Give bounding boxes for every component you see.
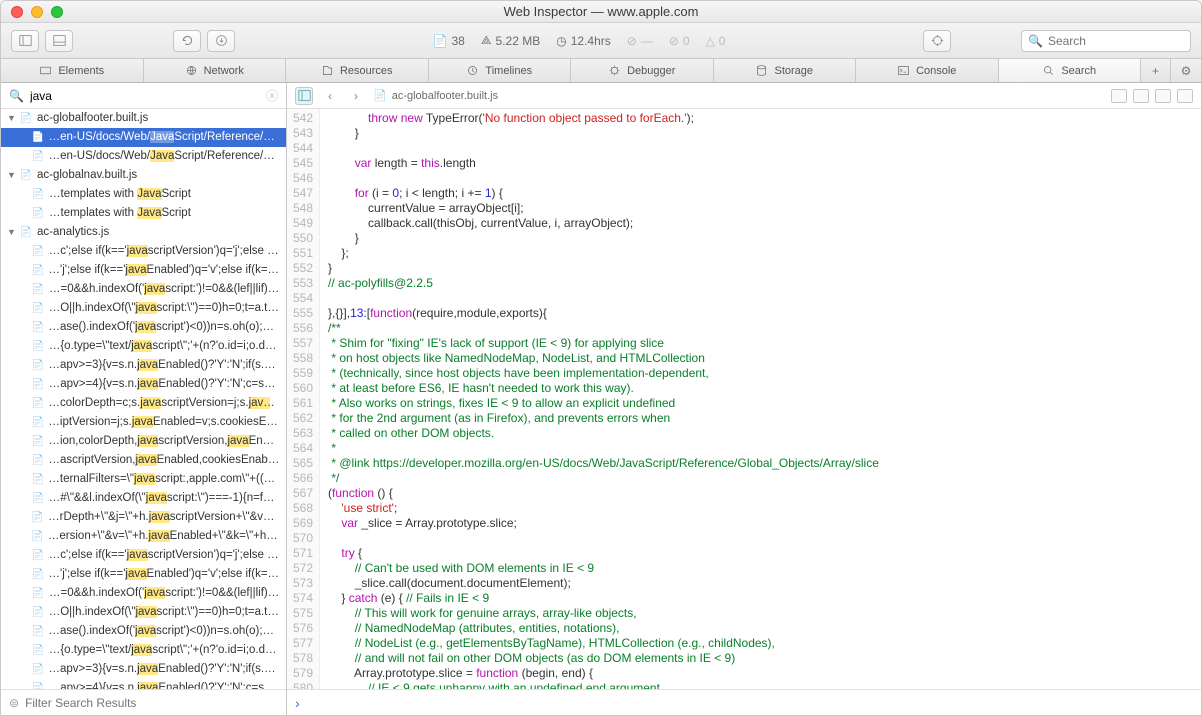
reload-button[interactable] xyxy=(173,30,201,52)
errors-count: 0 xyxy=(683,34,690,48)
inspect-element-button[interactable] xyxy=(923,30,951,52)
tab-search[interactable]: Search xyxy=(999,59,1142,82)
code-content[interactable]: throw new TypeError('No function object … xyxy=(320,109,887,689)
source-path[interactable]: 📄 ac-globalfooter.built.js xyxy=(373,89,498,102)
search-result-item[interactable]: 📄…{o.type=\"text/javascript\";'+(n?'o.id… xyxy=(1,641,286,660)
tab-debugger[interactable]: Debugger xyxy=(571,59,714,82)
sidebar-search-input[interactable] xyxy=(30,89,266,103)
sidebar-filter[interactable]: ⊜ xyxy=(1,689,286,715)
zoom-window-button[interactable] xyxy=(51,6,63,18)
sidebar-bottom-toggle[interactable] xyxy=(45,30,73,52)
search-icon: 🔍 xyxy=(9,89,24,103)
nav-back-button[interactable]: ‹ xyxy=(321,87,339,105)
new-tab-button[interactable]: + xyxy=(1141,59,1171,82)
tab-network[interactable]: Network xyxy=(144,59,287,82)
search-result-item[interactable]: 📄…=0&&h.indexOf('javascript:')!=0&&(lef|… xyxy=(1,280,286,299)
code-editor[interactable]: 5425435445455465475485495505515525535545… xyxy=(287,109,1201,689)
download-button[interactable] xyxy=(207,30,235,52)
search-result-item[interactable]: 📄…apv>=3){v=s.n.javaEnabled()?'Y':'N';if… xyxy=(1,660,286,679)
search-result-item[interactable]: 📄…iptVersion=j;s.javaEnabled=v;s.cookies… xyxy=(1,413,286,432)
clock-icon: ◷ xyxy=(556,34,566,48)
search-result-item[interactable]: 📄…templates with JavaScript xyxy=(1,204,286,223)
line-gutter: 5425435445455465475485495505515525535545… xyxy=(287,109,320,689)
clear-icon[interactable]: ⓧ xyxy=(266,87,278,104)
search-results-tree[interactable]: ▼📄ac-globalfooter.built.js📄…en-US/docs/W… xyxy=(1,109,286,689)
tree-group[interactable]: ▼📄ac-globalnav.built.js xyxy=(1,166,286,185)
elapsed-time: 12.4hrs xyxy=(571,34,611,48)
global-search[interactable]: 🔍 xyxy=(1021,30,1191,52)
window: Web Inspector — www.apple.com 📄38 ⟁5.22 … xyxy=(0,0,1202,716)
search-result-item[interactable]: 📄…apv>=3){v=s.n.javaEnabled()?'Y':'N';if… xyxy=(1,356,286,375)
toolbar: 📄38 ⟁5.22 MB ◷12.4hrs ⊘— ⊘0 △0 🔍 xyxy=(1,23,1201,59)
nav-forward-button[interactable]: › xyxy=(347,87,365,105)
tree-group[interactable]: ▼📄ac-analytics.js xyxy=(1,223,286,242)
traffic-lights xyxy=(11,6,63,18)
js-file-icon: 📄 xyxy=(373,89,387,102)
search-result-item[interactable]: 📄…ascriptVersion,javaEnabled,cookiesEnab… xyxy=(1,451,286,470)
search-result-item[interactable]: 📄…#\"&&l.indexOf(\"javascript:\")===-1){… xyxy=(1,489,286,508)
search-result-item[interactable]: 📄…en-US/docs/Web/JavaScript/Reference/Gl… xyxy=(1,147,286,166)
global-search-input[interactable] xyxy=(1048,34,1184,48)
tab-bar: ElementsNetworkResourcesTimelinesDebugge… xyxy=(1,59,1201,83)
resources-count: 38 xyxy=(451,34,464,48)
main-panel: ‹ › 📄 ac-globalfooter.built.js 542543544… xyxy=(287,83,1201,715)
sidebar: 🔍 ⓧ ▼📄ac-globalfooter.built.js📄…en-US/do… xyxy=(1,83,287,715)
search-result-item[interactable]: 📄…templates with JavaScript xyxy=(1,185,286,204)
weight-icon: ⟁ xyxy=(481,33,492,48)
search-result-item[interactable]: 📄…c';else if(k=='javascriptVersion')q='j… xyxy=(1,242,286,261)
sidebar-filter-input[interactable] xyxy=(25,696,278,710)
search-result-item[interactable]: 📄…=0&&h.indexOf('javascript:')!=0&&(lef|… xyxy=(1,584,286,603)
hierarchy-button[interactable] xyxy=(295,87,313,105)
tab-storage[interactable]: Storage xyxy=(714,59,857,82)
search-icon: 🔍 xyxy=(1028,34,1043,48)
search-result-item[interactable]: 📄…c';else if(k=='javascriptVersion')q='j… xyxy=(1,546,286,565)
search-result-item[interactable]: 📄…apv>=4){v=s.n.javaEnabled()?'Y':'N';c=… xyxy=(1,679,286,689)
search-result-item[interactable]: 📄…'j';else if(k=='javaEnabled')q='v';els… xyxy=(1,565,286,584)
search-result-item[interactable]: 📄…ternalFilters=\"javascript:,apple.com\… xyxy=(1,470,286,489)
code-coverage-button[interactable] xyxy=(1155,89,1171,103)
dashboard-info: 📄38 ⟁5.22 MB ◷12.4hrs ⊘— ⊘0 △0 xyxy=(245,33,913,48)
search-result-item[interactable]: 📄…apv>=4){v=s.n.javaEnabled()?'Y':'N';c=… xyxy=(1,375,286,394)
search-result-item[interactable]: 📄…ase().indexOf('javascript')<0))n=s.oh(… xyxy=(1,318,286,337)
tab-resources[interactable]: Resources xyxy=(286,59,429,82)
pretty-print-button[interactable] xyxy=(1111,89,1127,103)
resources-icon: 📄 xyxy=(433,34,448,48)
chevron-right-icon: › xyxy=(295,695,300,711)
search-result-item[interactable]: 📄…colorDepth=c;s.javascriptVersion=j;s.j… xyxy=(1,394,286,413)
search-result-item[interactable]: 📄…rDepth+\"&j=\"+h.javascriptVersion+\"&… xyxy=(1,508,286,527)
source-header: ‹ › 📄 ac-globalfooter.built.js xyxy=(287,83,1201,109)
sidebar-left-toggle[interactable] xyxy=(11,30,39,52)
search-result-item[interactable]: 📄…O||h.indexOf(\"javascript:\")==0)h=0;t… xyxy=(1,603,286,622)
search-result-item[interactable]: 📄…'j';else if(k=='javaEnabled')q='v';els… xyxy=(1,261,286,280)
type-profiler-button[interactable] xyxy=(1133,89,1149,103)
tab-timelines[interactable]: Timelines xyxy=(429,59,572,82)
logs-icon: ⊘ xyxy=(627,34,637,48)
source-filename: ac-globalfooter.built.js xyxy=(392,90,498,102)
search-result-item[interactable]: 📄…ase().indexOf('javascript')<0))n=s.oh(… xyxy=(1,622,286,641)
tab-elements[interactable]: Elements xyxy=(1,59,144,82)
warnings-icon: △ xyxy=(706,34,715,48)
settings-button[interactable]: ⚙ xyxy=(1171,59,1201,82)
warnings-count: 0 xyxy=(719,34,726,48)
search-result-item[interactable]: 📄…O||h.indexOf(\"javascript:\")==0)h=0;t… xyxy=(1,299,286,318)
titlebar: Web Inspector — www.apple.com xyxy=(1,1,1201,23)
console-prompt[interactable]: › xyxy=(287,689,1201,715)
search-result-item[interactable]: 📄…en-US/docs/Web/JavaScript/Reference/Gl… xyxy=(1,128,286,147)
sidebar-search[interactable]: 🔍 ⓧ xyxy=(1,83,286,109)
minimize-window-button[interactable] xyxy=(31,6,43,18)
errors-icon: ⊘ xyxy=(669,34,679,48)
split-toggle-button[interactable] xyxy=(1177,89,1193,103)
search-result-item[interactable]: 📄…{o.type=\"text/javascript\";'+(n?'o.id… xyxy=(1,337,286,356)
filter-icon: ⊜ xyxy=(9,696,19,710)
search-result-item[interactable]: 📄…ion,colorDepth,javascriptVersion,javaE… xyxy=(1,432,286,451)
window-title: Web Inspector — www.apple.com xyxy=(504,4,699,19)
tab-console[interactable]: Console xyxy=(856,59,999,82)
search-result-item[interactable]: 📄…ersion+\"&v=\"+h.javaEnabled+\"&k=\"+h… xyxy=(1,527,286,546)
close-window-button[interactable] xyxy=(11,6,23,18)
tree-group[interactable]: ▼📄ac-globalfooter.built.js xyxy=(1,109,286,128)
resources-size: 5.22 MB xyxy=(496,34,541,48)
